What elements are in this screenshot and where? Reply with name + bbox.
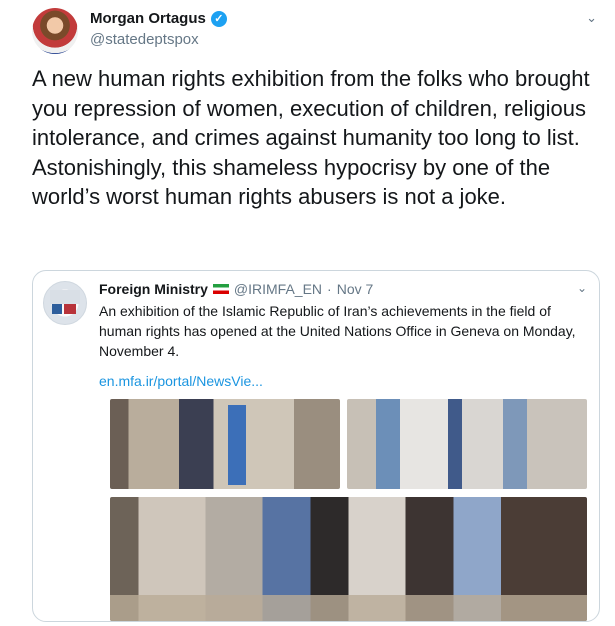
chevron-down-icon[interactable]: ⌄	[577, 281, 587, 295]
author-name[interactable]: Morgan Ortagus	[90, 10, 206, 27]
quoted-tweet-card[interactable]: Foreign Ministry @IRIMFA_EN · Nov 7 ⌄ An…	[32, 270, 600, 622]
author-handle[interactable]: @statedeptspox	[90, 31, 227, 48]
avatar-emblem	[50, 290, 80, 304]
photo-3[interactable]	[110, 497, 587, 621]
chevron-down-icon[interactable]: ⌄	[586, 10, 597, 26]
meta-separator: ·	[327, 281, 332, 297]
quoted-handle[interactable]: @IRIMFA_EN	[234, 281, 322, 297]
avatar-flag-left	[52, 304, 62, 314]
photo-floor	[110, 595, 587, 621]
quoted-date[interactable]: Nov 7	[337, 281, 374, 297]
tweet-text: A new human rights exhibition from the f…	[32, 66, 590, 209]
photo-2[interactable]	[347, 399, 587, 489]
tweet: Morgan Ortagus ✓ @statedeptspox ⌄ A new …	[0, 0, 615, 626]
quoted-link[interactable]: en.mfa.ir/portal/NewsVie...	[99, 373, 263, 389]
iran-flag-icon	[212, 284, 229, 294]
verified-badge-icon: ✓	[210, 10, 227, 27]
quoted-author-name[interactable]: Foreign Ministry	[99, 281, 208, 297]
quoted-header: Foreign Ministry @IRIMFA_EN · Nov 7	[99, 281, 373, 297]
quoted-text: An exhibition of the Islamic Republic of…	[99, 303, 576, 359]
photo-1[interactable]	[110, 399, 340, 489]
media-grid	[110, 399, 587, 621]
author-avatar[interactable]	[32, 8, 78, 54]
quoted-avatar[interactable]	[43, 281, 87, 325]
avatar-flag-right	[64, 304, 76, 314]
un-flag	[228, 405, 246, 485]
author-name-row: Morgan Ortagus ✓	[90, 10, 227, 27]
author-block: Morgan Ortagus ✓ @statedeptspox	[90, 10, 227, 48]
